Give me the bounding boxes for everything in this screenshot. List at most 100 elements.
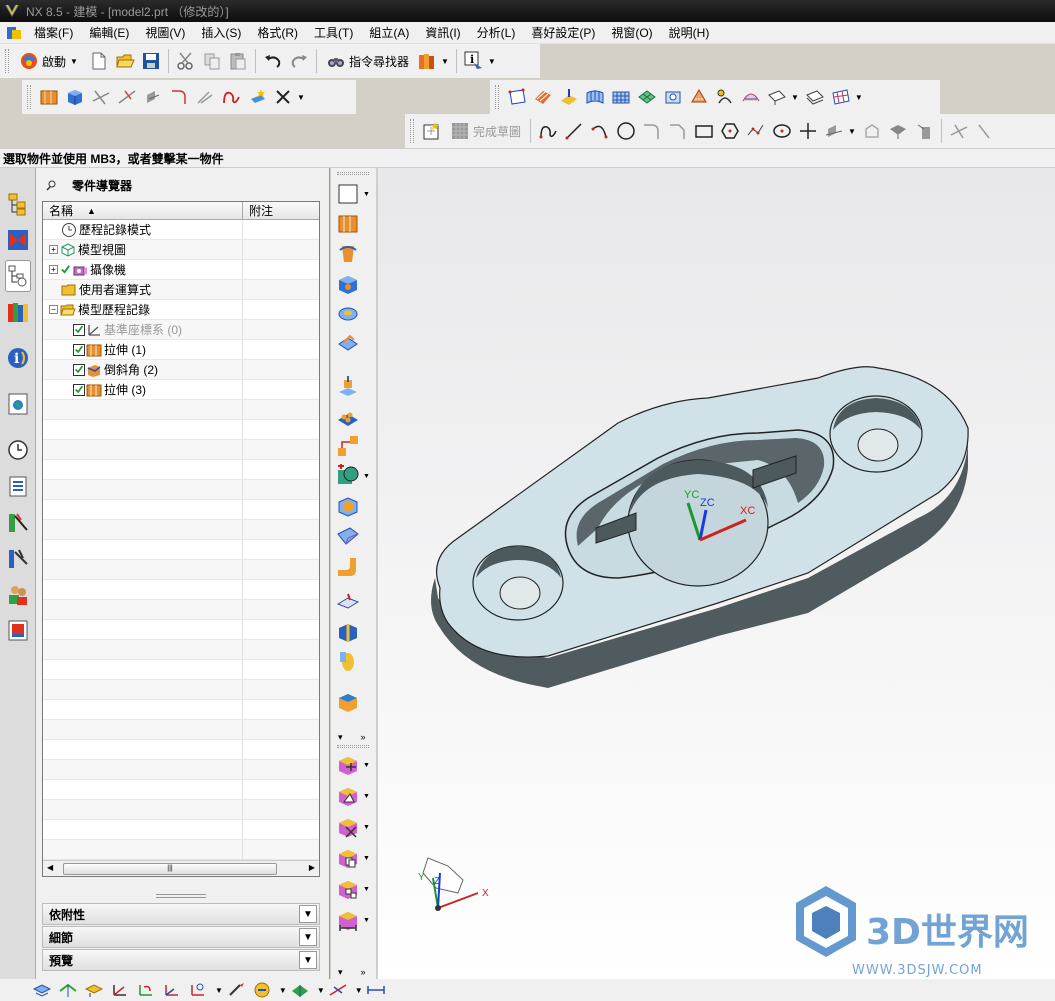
tree-row[interactable]: 歷程記錄模式 xyxy=(43,220,319,240)
menu-window[interactable]: 視窗(O) xyxy=(603,24,660,41)
selection-button[interactable]: ▼ xyxy=(336,180,372,208)
tree-row-name-cell[interactable]: + 攝像機 xyxy=(43,260,243,279)
menu-help[interactable]: 說明(H) xyxy=(661,24,718,41)
scroll-right-icon[interactable]: ▶ xyxy=(309,863,315,872)
arc-button[interactable] xyxy=(587,118,613,144)
paint-brush-icon[interactable] xyxy=(226,981,246,999)
feature-checkbox[interactable] xyxy=(73,343,85,356)
redo-button[interactable] xyxy=(286,48,312,74)
menu-tools[interactable]: 工具(T) xyxy=(306,24,361,41)
pattern-curve-button[interactable] xyxy=(859,118,885,144)
tree-row[interactable]: + 模型視圖 xyxy=(43,240,319,260)
copy-button[interactable] xyxy=(199,48,225,74)
v-pocket-button[interactable] xyxy=(336,330,372,358)
circle-button[interactable] xyxy=(613,118,639,144)
v-box-button[interactable] xyxy=(336,688,372,716)
save-button[interactable] xyxy=(138,48,164,74)
delete-button[interactable] xyxy=(270,84,296,110)
v-offset-face-button[interactable] xyxy=(336,588,372,616)
menu-information[interactable]: 資訊(I) xyxy=(417,24,468,41)
wcs-rotate-icon[interactable] xyxy=(136,981,156,999)
scroll-left-icon[interactable]: ◀ xyxy=(47,863,53,872)
tree-row-name-cell[interactable]: 拉伸 (1) xyxy=(43,340,243,359)
model-view[interactable]: YC ZC XC Y Z X 3D世界网 WWW.3DSJW.COM xyxy=(378,168,1055,979)
edge-blend-button[interactable] xyxy=(166,84,192,110)
start-button[interactable]: 啟動 ▼ xyxy=(14,48,86,74)
datum-plane-button[interactable] xyxy=(88,84,114,110)
v-dimension-face-button[interactable]: ▼ xyxy=(336,906,372,934)
tree-row-name-cell[interactable]: − 模型歷程記錄 xyxy=(43,300,243,319)
v-edge-blend-button[interactable] xyxy=(336,554,372,582)
surface-tool-7[interactable] xyxy=(660,84,686,110)
surface-tool-11[interactable] xyxy=(764,84,790,110)
surface-tool-13[interactable] xyxy=(828,84,854,110)
project-curve-button[interactable] xyxy=(911,118,937,144)
tree-row[interactable]: 基準座標系 (0) xyxy=(43,320,319,340)
pin-icon[interactable] xyxy=(46,179,58,191)
v-unite-button[interactable]: ▼ xyxy=(336,462,372,490)
v-trim-button[interactable] xyxy=(336,648,372,676)
v-emboss-button[interactable] xyxy=(336,372,372,400)
info-button[interactable]: i xyxy=(461,48,487,74)
palette-tab[interactable] xyxy=(5,614,31,646)
v-extrude-button[interactable] xyxy=(336,210,372,238)
feature-checkbox[interactable] xyxy=(73,383,85,396)
v-copy-face-button[interactable]: ▼ xyxy=(336,844,372,872)
profile-button[interactable] xyxy=(535,118,561,144)
visible-check-icon[interactable] xyxy=(60,264,71,275)
menu-assemblies[interactable]: 組立(A) xyxy=(361,24,417,41)
surface-tool-5[interactable] xyxy=(608,84,634,110)
menu-format[interactable]: 格式(R) xyxy=(249,24,306,41)
chamfer-button[interactable] xyxy=(192,84,218,110)
shell-button[interactable] xyxy=(244,84,270,110)
v-pattern-face-button[interactable]: ▼ xyxy=(336,875,372,903)
expand-toggle[interactable]: + xyxy=(49,265,58,274)
feature-checkbox[interactable] xyxy=(73,323,85,336)
tree-row-name-cell[interactable]: 使用者運算式 xyxy=(43,280,243,299)
copy-layer-icon[interactable] xyxy=(84,981,104,999)
tree-row-name-cell[interactable]: 基準座標系 (0) xyxy=(43,320,243,339)
cut-button[interactable] xyxy=(173,48,199,74)
toolbar-grip[interactable] xyxy=(410,119,414,143)
wcs-origin-icon[interactable] xyxy=(110,981,130,999)
surface-tool-1[interactable] xyxy=(504,84,530,110)
mirror-curve-button[interactable] xyxy=(885,118,911,144)
tree-row-name-cell[interactable]: 倒斜角 (2) xyxy=(43,360,243,379)
toolbar-grip[interactable] xyxy=(5,49,9,73)
menu-preferences[interactable]: 喜好設定(P) xyxy=(523,24,603,41)
undo-button[interactable] xyxy=(260,48,286,74)
v-shell-button[interactable] xyxy=(336,492,372,520)
surface-tool-3[interactable] xyxy=(556,84,582,110)
surface-tool-12[interactable] xyxy=(802,84,828,110)
dimension-button[interactable] xyxy=(972,118,998,144)
v-block-button[interactable] xyxy=(336,270,372,298)
expand-toggle[interactable]: − xyxy=(49,305,58,314)
v-pull-face-button[interactable]: ▼ xyxy=(336,782,372,810)
tree-row[interactable]: 使用者運算式 xyxy=(43,280,319,300)
surface-tool-4[interactable] xyxy=(582,84,608,110)
toolbar-grip[interactable] xyxy=(495,85,499,109)
menu-view[interactable]: 視圖(V) xyxy=(137,24,193,41)
horizontal-scrollbar[interactable]: ◀ ||| ▶ xyxy=(43,860,319,876)
point-button[interactable] xyxy=(795,118,821,144)
hd3d-tools-tab[interactable]: i xyxy=(5,342,31,374)
expand-toggle[interactable]: + xyxy=(49,245,58,254)
toolbar-grip[interactable] xyxy=(337,745,369,748)
constraint-navigator-tab[interactable] xyxy=(5,224,31,256)
tree-row[interactable]: 拉伸 (1) xyxy=(43,340,319,360)
material-icon[interactable] xyxy=(252,981,272,999)
surface-tool-6[interactable] xyxy=(634,84,660,110)
tree-row-name-cell[interactable]: 歷程記錄模式 xyxy=(43,220,243,239)
polygon-button[interactable] xyxy=(717,118,743,144)
sketch-button[interactable] xyxy=(419,118,445,144)
column-notes-header[interactable]: 附注 xyxy=(243,202,319,219)
rectangle-button[interactable] xyxy=(691,118,717,144)
studio-spline-button[interactable] xyxy=(743,118,769,144)
sketch-chamfer-button[interactable] xyxy=(665,118,691,144)
finish-sketch-button[interactable]: 完成草圖 xyxy=(445,118,526,144)
v-thicken-button[interactable] xyxy=(336,618,372,646)
v-delete-face-button[interactable]: ▼ xyxy=(336,813,372,841)
toolbar-grip[interactable] xyxy=(27,85,31,109)
tree-row[interactable]: − 模型歷程記錄 xyxy=(43,300,319,320)
surface-tool-8[interactable] xyxy=(686,84,712,110)
